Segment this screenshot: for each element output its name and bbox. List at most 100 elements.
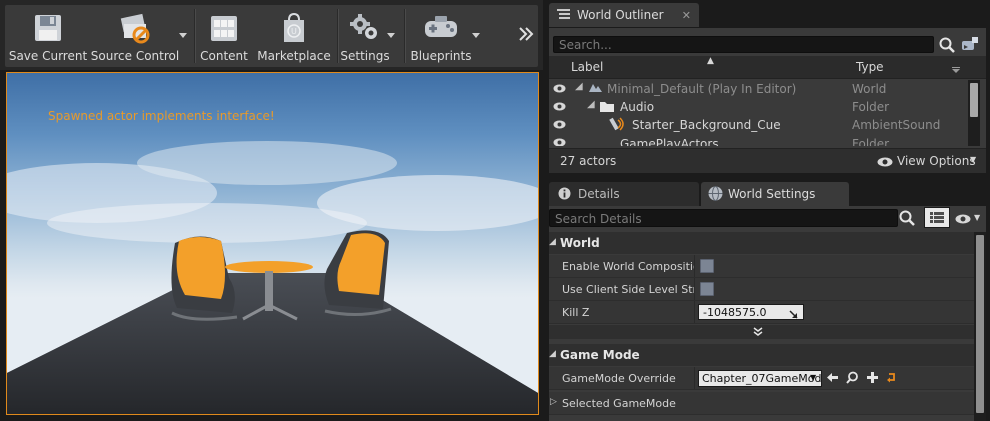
world-outliner-panel: Search... Label ▲ Type ◢ Minimal_Default… — [549, 28, 986, 173]
property-matrix-button[interactable] — [924, 207, 950, 228]
property-name: Kill Z — [562, 306, 590, 319]
blueprints-dropdown-arrow[interactable] — [472, 33, 480, 38]
visibility-eye-icon[interactable] — [553, 120, 566, 129]
gamemode-override-combo[interactable]: Chapter_07GameMode — [698, 370, 822, 387]
blueprints-icon — [423, 11, 459, 45]
collapse-arrow-icon[interactable]: ◢ — [549, 349, 556, 359]
outliner-row-type: AmbientSound — [852, 118, 941, 132]
use-selected-arrow-icon[interactable] — [826, 371, 839, 384]
property-name: GameMode Override — [562, 372, 676, 385]
details-scrollbar[interactable] — [974, 232, 986, 421]
outliner-row-label: Starter_Background_Cue — [632, 118, 781, 132]
chevron-down-icon[interactable]: ▼ — [970, 155, 976, 164]
category-world[interactable]: ◢ World — [549, 232, 974, 254]
outliner-column-header: Label ▲ Type — [549, 56, 986, 79]
view-options-button[interactable]: View Options — [897, 154, 976, 168]
outliner-footer: 27 actors View Options ▼ — [549, 148, 986, 173]
double-chevron-right-icon[interactable] — [517, 25, 535, 43]
add-plus-icon[interactable] — [866, 371, 879, 384]
gamemode-override-value: Chapter_07GameMode — [702, 372, 822, 385]
category-game-mode-label: Game Mode — [560, 348, 640, 362]
expand-advanced-icon — [753, 327, 763, 336]
column-divider[interactable] — [694, 255, 695, 277]
column-divider[interactable] — [694, 278, 695, 300]
outliner-scrollbar[interactable] — [968, 80, 980, 146]
outliner-tab-bar: World Outliner ✕ — [543, 0, 990, 28]
content-browser-icon — [206, 11, 242, 45]
viewport-scene — [7, 141, 538, 414]
outliner-row-gameplayactors[interactable]: GamePlayActors Folder — [549, 134, 967, 146]
browse-magnifier-icon[interactable] — [846, 371, 859, 384]
details-search-input[interactable]: Search Details — [549, 209, 898, 227]
outliner-row-world[interactable]: ◢ Minimal_Default (Play In Editor) World — [549, 80, 967, 98]
sort-ascending-icon: ▲ — [707, 56, 714, 66]
source-control-dropdown-arrow[interactable] — [179, 33, 187, 38]
property-use-client-side-level-streaming: Use Client Side Level Streaming — [549, 278, 974, 301]
column-options-icon[interactable] — [952, 63, 960, 73]
view-options-eye-icon[interactable] — [877, 156, 893, 167]
property-selected-gamemode[interactable]: ▷ Selected GameMode — [549, 392, 974, 415]
main-toolbar: Save Current Source Control Content U Ma… — [0, 0, 543, 70]
expand-arrow-icon[interactable]: ▷ — [550, 397, 557, 407]
tab-world-outliner[interactable]: World Outliner ✕ — [549, 3, 699, 27]
marketplace-label: Marketplace — [257, 49, 331, 63]
blueprints-button[interactable]: Blueprints — [408, 5, 474, 67]
property-name: Use Client Side Level Streaming — [562, 283, 694, 296]
visibility-eye-icon[interactable] — [553, 84, 566, 93]
details-scrollbar-thumb[interactable] — [976, 235, 984, 413]
advanced-expander[interactable] — [549, 325, 974, 339]
source-control-button[interactable]: Source Control — [91, 5, 179, 67]
expand-arrow-icon[interactable]: ◢ — [575, 81, 583, 92]
close-tab-icon[interactable]: ✕ — [682, 9, 691, 22]
floppy-disk-icon — [30, 11, 66, 45]
info-icon — [558, 187, 571, 200]
outliner-row-starter-background-cue[interactable]: Starter_Background_Cue AmbientSound — [549, 116, 967, 134]
tab-world-outliner-label: World Outliner — [577, 8, 664, 22]
visibility-eye-icon[interactable] — [553, 102, 566, 111]
source-control-label: Source Control — [90, 49, 180, 63]
marketplace-button[interactable]: U Marketplace — [256, 5, 332, 67]
save-current-button[interactable]: Save Current — [9, 5, 87, 67]
ambient-sound-icon — [609, 116, 625, 132]
expand-arrow-icon[interactable]: ◢ — [587, 99, 595, 110]
content-button[interactable]: Content — [198, 5, 250, 67]
outliner-scrollbar-thumb[interactable] — [970, 83, 978, 117]
column-type-header[interactable]: Type — [856, 60, 884, 74]
details-tab-bar: Details World Settings — [543, 180, 990, 206]
viewport-debug-message: Spawned actor implements interface! — [48, 109, 275, 123]
view-options-eye-icon[interactable] — [955, 213, 971, 224]
save-current-label: Save Current — [8, 49, 88, 63]
tab-world-settings[interactable]: World Settings — [701, 182, 849, 206]
source-control-icon — [117, 11, 153, 45]
search-icon[interactable] — [938, 36, 956, 54]
settings-button[interactable]: Settings — [340, 5, 390, 67]
property-gamemode-override: GameMode Override Chapter_07GameMode ▼ — [549, 367, 974, 390]
outliner-row-audio[interactable]: ◢ Audio Folder — [549, 98, 967, 116]
toolbar-divider — [194, 9, 196, 63]
tab-details[interactable]: Details — [549, 182, 699, 206]
reset-to-default-icon[interactable] — [886, 372, 897, 383]
column-divider[interactable] — [694, 301, 695, 323]
category-game-mode[interactable]: ◢ Game Mode — [549, 344, 974, 366]
settings-dropdown-arrow[interactable] — [387, 33, 395, 38]
visibility-eye-icon[interactable] — [553, 138, 566, 146]
column-label-header[interactable]: Label — [571, 60, 603, 74]
folder-icon — [599, 99, 615, 113]
toolbar-strip: Save Current Source Control Content U Ma… — [5, 5, 538, 67]
property-name: Enable World Composition — [562, 260, 694, 273]
enable-world-composition-checkbox[interactable] — [700, 259, 714, 273]
world-settings-panel: Search Details ▼ ◢ World Enable World Co… — [549, 206, 986, 421]
chevron-down-icon[interactable]: ▼ — [974, 213, 980, 222]
search-icon[interactable] — [898, 209, 916, 227]
settings-label: Settings — [340, 49, 390, 63]
outliner-row-type: Folder — [852, 137, 890, 146]
outliner-search-input[interactable]: Search... — [553, 36, 934, 53]
add-filter-icon[interactable] — [960, 35, 980, 53]
outliner-row-label: Audio — [620, 100, 655, 114]
level-viewport[interactable]: Spawned actor implements interface! — [6, 72, 539, 415]
chevron-down-icon[interactable]: ▼ — [810, 373, 816, 382]
reset-diagonal-arrow-icon[interactable] — [789, 308, 798, 319]
client-side-level-streaming-checkbox[interactable] — [700, 282, 714, 296]
collapse-arrow-icon[interactable]: ◢ — [549, 237, 556, 247]
column-divider[interactable] — [694, 367, 695, 389]
